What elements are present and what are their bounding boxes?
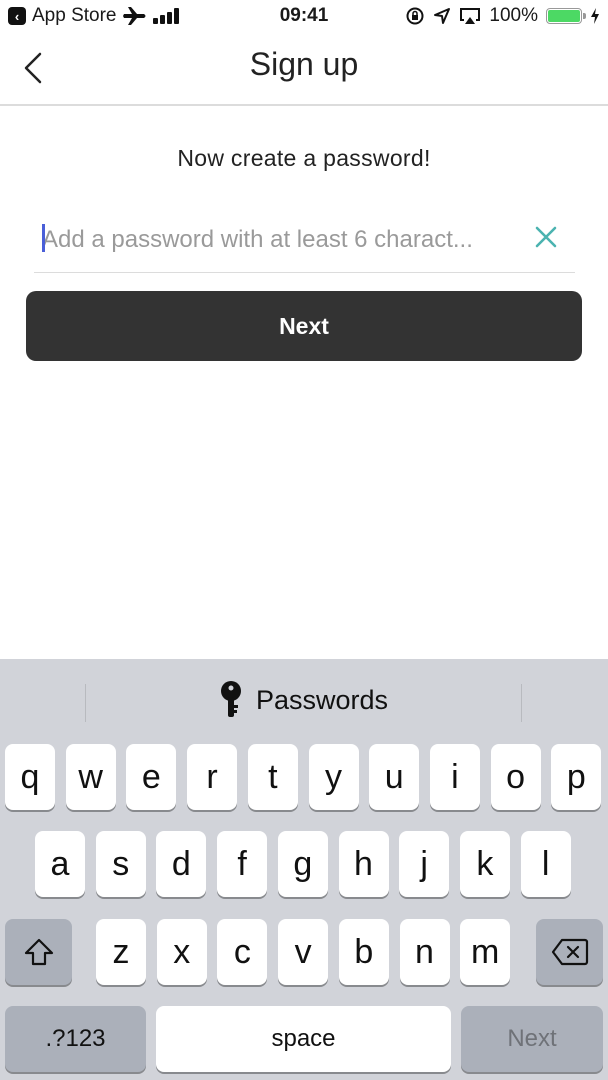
- key-q[interactable]: q: [5, 744, 55, 810]
- backspace-icon: [551, 938, 588, 966]
- key-j[interactable]: j: [399, 831, 450, 897]
- battery-percent: 100%: [489, 5, 538, 26]
- clear-button[interactable]: [533, 224, 559, 250]
- orientation-lock-icon: [406, 7, 424, 25]
- key-icon: [220, 681, 241, 717]
- key-c[interactable]: c: [217, 919, 268, 985]
- space-key[interactable]: space: [156, 1006, 451, 1072]
- location-icon: [434, 8, 451, 24]
- passwords-label: Passwords: [255, 684, 389, 715]
- key-v[interactable]: v: [278, 919, 329, 985]
- key-w[interactable]: w: [65, 744, 116, 810]
- key-e[interactable]: e: [126, 744, 177, 810]
- charging-bolt-icon: [591, 8, 599, 24]
- key-m[interactable]: m: [460, 919, 511, 985]
- airplay-icon: [460, 8, 481, 24]
- key-z[interactable]: z: [96, 919, 146, 985]
- key-t[interactable]: t: [247, 744, 298, 810]
- key-s[interactable]: s: [95, 831, 146, 897]
- navigation-bar: Sign up: [0, 34, 608, 106]
- password-field[interactable]: [34, 212, 575, 273]
- shift-key[interactable]: [5, 919, 72, 985]
- text-caret: [42, 224, 45, 252]
- password-input[interactable]: [42, 220, 512, 260]
- shift-icon: [24, 938, 53, 966]
- key-i[interactable]: i: [429, 744, 480, 810]
- key-h[interactable]: h: [338, 831, 389, 897]
- key-o[interactable]: o: [490, 744, 541, 810]
- key-k[interactable]: k: [459, 831, 510, 897]
- next-button[interactable]: Next: [26, 291, 582, 361]
- page-title: Sign up: [249, 46, 359, 82]
- key-x[interactable]: x: [156, 919, 207, 985]
- key-p[interactable]: p: [551, 744, 602, 810]
- backspace-key[interactable]: [536, 919, 603, 985]
- key-f[interactable]: f: [217, 831, 268, 897]
- key-r[interactable]: r: [187, 744, 238, 810]
- status-bar: ‹ App Store 09:41 100%: [0, 0, 608, 34]
- suggestion-bar: Passwords: [0, 659, 608, 741]
- key-u[interactable]: u: [369, 744, 420, 810]
- key-d[interactable]: d: [156, 831, 207, 897]
- key-a[interactable]: a: [35, 831, 85, 897]
- return-next-key[interactable]: Next: [461, 1006, 603, 1072]
- keyboard: Passwords q w e r t y u i o p a s d f g h j k l z x c v b n m .?12…: [0, 659, 608, 1080]
- key-g[interactable]: g: [277, 831, 328, 897]
- key-y[interactable]: y: [308, 744, 359, 810]
- numbers-key[interactable]: .?123: [5, 1006, 146, 1072]
- close-icon: [535, 226, 557, 248]
- key-b[interactable]: b: [338, 919, 389, 985]
- key-l[interactable]: l: [520, 831, 571, 897]
- passwords-suggestion[interactable]: Passwords: [0, 681, 608, 719]
- battery-icon: [546, 8, 586, 24]
- password-prompt: Now create a password!: [177, 145, 431, 171]
- key-n[interactable]: n: [399, 919, 450, 985]
